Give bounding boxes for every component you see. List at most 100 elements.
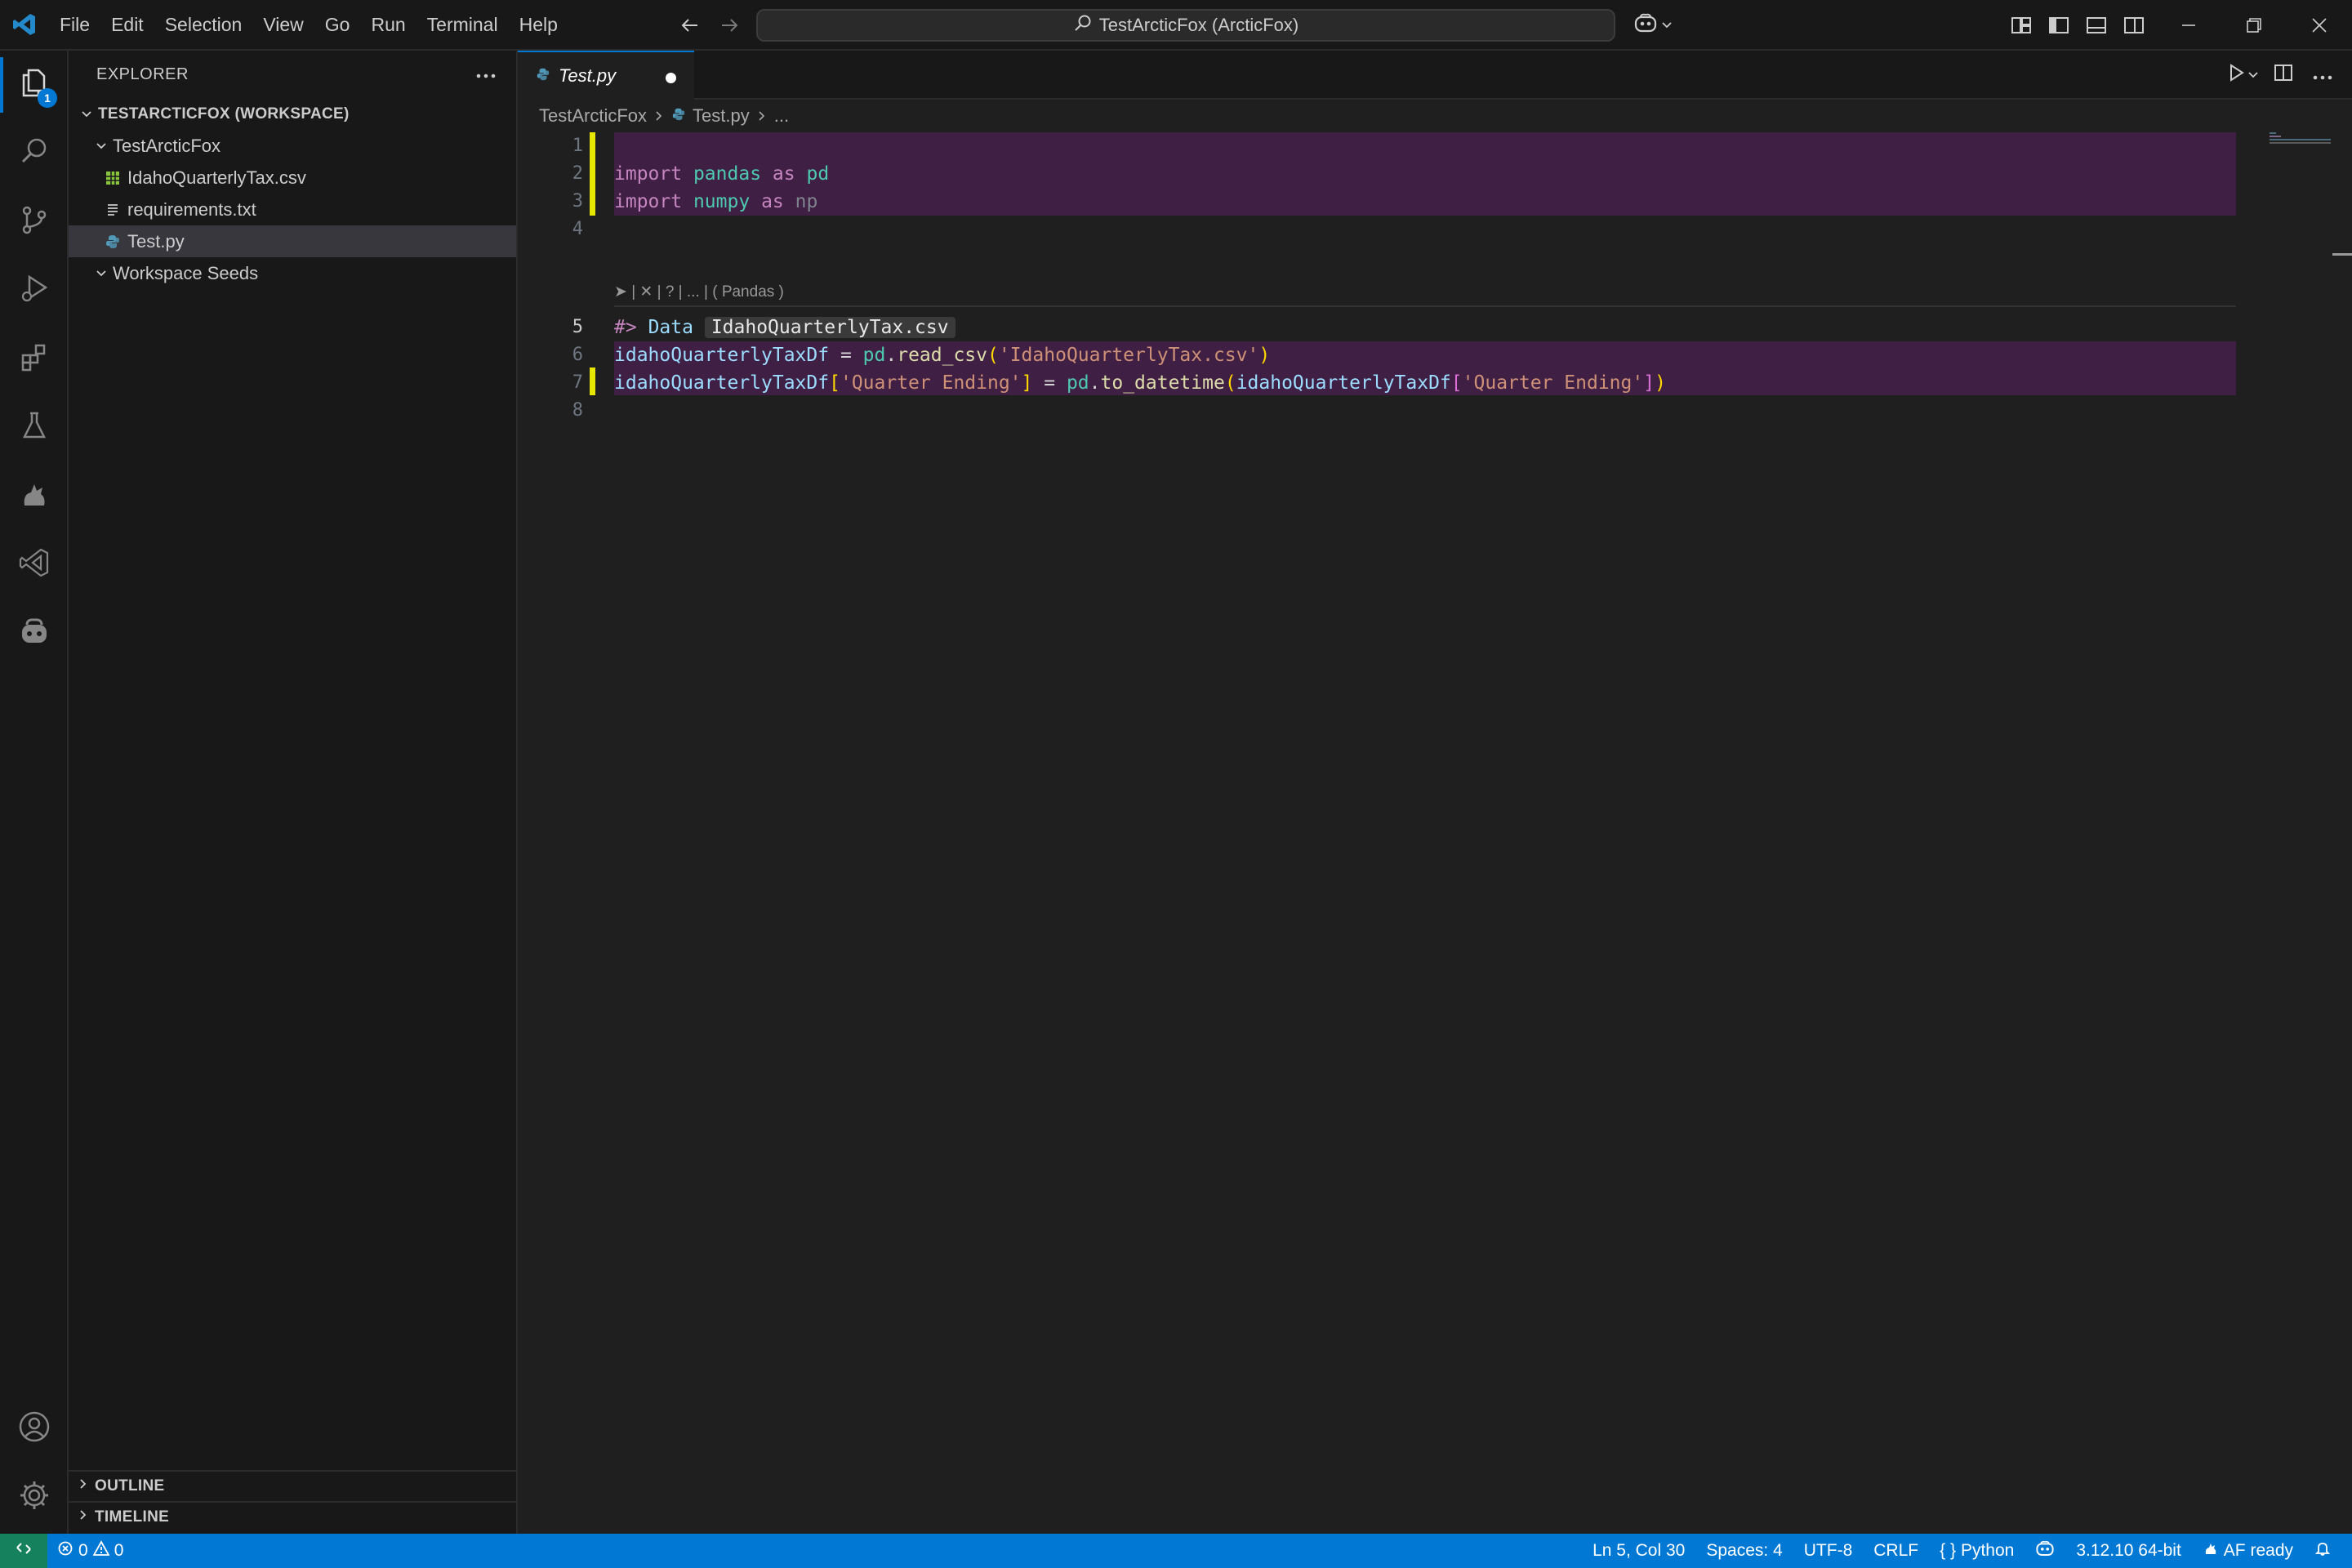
error-count: 0 <box>78 1541 88 1560</box>
command-center[interactable]: TestArcticFox (ArcticFox) <box>756 9 1615 42</box>
chevron-right-icon <box>653 105 665 127</box>
file-idaho-csv[interactable]: IdahoQuarterlyTax.csv <box>69 162 516 194</box>
token: read_csv <box>897 345 987 366</box>
visual-studio-icon <box>18 546 51 584</box>
timeline-section[interactable]: TIMELINE <box>69 1501 516 1532</box>
token: np <box>795 191 818 212</box>
manage-activity[interactable] <box>0 1463 69 1532</box>
warning-icon <box>92 1540 110 1561</box>
more-actions-icon[interactable] <box>475 65 497 84</box>
bell-icon <box>2314 1540 2331 1561</box>
menu-terminal[interactable]: Terminal <box>416 7 509 42</box>
modified-gutter-mark <box>590 368 595 395</box>
arcticfox-activity[interactable] <box>0 462 69 531</box>
run-debug-icon <box>18 272 51 310</box>
remote-indicator[interactable] <box>0 1534 47 1568</box>
indentation[interactable]: Spaces: 4 <box>1696 1534 1792 1568</box>
flask-icon <box>18 409 51 447</box>
file-test-py[interactable]: Test.py <box>69 225 516 257</box>
copilot-button[interactable] <box>1630 10 1676 41</box>
breadcrumb-folder[interactable]: TestArcticFox <box>539 105 647 127</box>
cell-codelens-actions[interactable]: ➤ | ✕ | ? | ... | ( Pandas ) <box>614 282 784 303</box>
python-interpreter[interactable]: 3.12.10 64-bit <box>2066 1534 2190 1568</box>
menu-go[interactable]: Go <box>314 7 361 42</box>
chevron-right-icon <box>756 105 768 127</box>
extensions-activity[interactable] <box>0 325 69 394</box>
fox-icon <box>2203 1540 2219 1561</box>
toggle-primary-sidebar-icon[interactable] <box>2043 10 2074 41</box>
language-label: Python <box>1960 1541 2015 1560</box>
token: IdahoQuarterlyTax.csv <box>704 317 956 338</box>
source-control-icon <box>18 203 51 241</box>
run-python-button[interactable] <box>2226 60 2259 90</box>
chevron-down-icon <box>90 140 113 153</box>
workspace-root[interactable]: TESTARCTICFOX (WORKSPACE) <box>69 98 516 130</box>
file-label: requirements.txt <box>127 198 256 220</box>
explorer-activity[interactable]: 1 <box>0 51 69 119</box>
run-debug-activity[interactable] <box>0 256 69 325</box>
token: 'Quarter Ending' <box>840 372 1022 394</box>
chevron-down-icon <box>1661 15 1673 36</box>
token: to_datetime <box>1100 372 1225 394</box>
restore-icon[interactable] <box>2221 0 2287 51</box>
folder-testarcticfox[interactable]: TestArcticFox <box>69 130 516 162</box>
error-icon <box>57 1540 74 1561</box>
token: pd <box>806 163 830 185</box>
copilot-status[interactable] <box>2025 1534 2065 1568</box>
menu-view[interactable]: View <box>252 7 314 42</box>
close-icon[interactable] <box>2287 0 2352 51</box>
cell-separator <box>614 305 2236 307</box>
toggle-panel-icon[interactable] <box>2081 10 2112 41</box>
token: ) <box>1655 372 1666 394</box>
minimize-icon[interactable] <box>2156 0 2221 51</box>
source-control-activity[interactable] <box>0 188 69 256</box>
chevron-down-icon <box>2247 65 2259 86</box>
breadcrumb-file[interactable]: Test.py <box>693 105 750 127</box>
command-center-label: TestArcticFox (ArcticFox) <box>1098 15 1299 35</box>
testing-activity[interactable] <box>0 394 69 462</box>
breadcrumb-more[interactable]: ... <box>774 105 789 127</box>
editor-more-button[interactable] <box>2308 60 2337 90</box>
modified-gutter-mark <box>590 132 595 216</box>
token: 'IdahoQuarterlyTax.csv' <box>998 345 1259 366</box>
toggle-secondary-sidebar-icon[interactable] <box>2118 10 2149 41</box>
copilot-activity[interactable] <box>0 599 69 668</box>
explorer-header: EXPLORER <box>69 51 516 98</box>
unsaved-dot-icon[interactable] <box>666 73 676 83</box>
menu-selection[interactable]: Selection <box>154 7 253 42</box>
menu-run[interactable]: Run <box>360 7 416 42</box>
token: idahoQuarterlyTaxDf <box>614 345 830 366</box>
token: ( <box>987 345 999 366</box>
back-arrow-icon[interactable] <box>675 10 706 41</box>
accounts-activity[interactable] <box>0 1395 69 1463</box>
token: ) <box>1258 345 1271 366</box>
braces-icon: { } <box>1940 1541 1956 1560</box>
token: #> <box>614 317 637 338</box>
encoding[interactable]: UTF-8 <box>1794 1534 1863 1568</box>
forward-arrow-icon[interactable] <box>714 10 745 41</box>
arcticfox-status[interactable]: AF ready <box>2193 1534 2303 1568</box>
visual-studio-activity[interactable] <box>0 531 69 599</box>
code-editor[interactable]: 1 2 3 4 5 6 7 8 import pandas as pd impo… <box>518 132 2352 1534</box>
end-of-line[interactable]: CRLF <box>1864 1534 1928 1568</box>
file-requirements[interactable]: requirements.txt <box>69 194 516 225</box>
tab-test-py[interactable]: Test.py <box>518 51 694 100</box>
cursor-position[interactable]: Ln 5, Col 30 <box>1583 1534 1695 1568</box>
notifications-button[interactable] <box>2305 1534 2341 1568</box>
language-mode[interactable]: { } Python <box>1930 1534 2024 1568</box>
split-editor-button[interactable] <box>2269 60 2298 90</box>
token: pd <box>862 345 886 366</box>
menu-help[interactable]: Help <box>509 7 568 42</box>
customize-layout-icon[interactable] <box>2006 10 2037 41</box>
file-label: Test.py <box>127 230 185 252</box>
menu-file[interactable]: File <box>49 7 100 42</box>
search-activity[interactable] <box>0 119 69 188</box>
token: import <box>614 163 683 185</box>
problems-indicator[interactable]: 0 0 <box>47 1534 133 1568</box>
folder-workspace-seeds[interactable]: Workspace Seeds <box>69 257 516 289</box>
scrollbar-marker[interactable] <box>2332 253 2352 256</box>
tab-label: Test.py <box>559 65 617 86</box>
minimap[interactable] <box>2241 132 2351 1534</box>
menu-edit[interactable]: Edit <box>100 7 154 42</box>
outline-section[interactable]: OUTLINE <box>69 1470 516 1501</box>
